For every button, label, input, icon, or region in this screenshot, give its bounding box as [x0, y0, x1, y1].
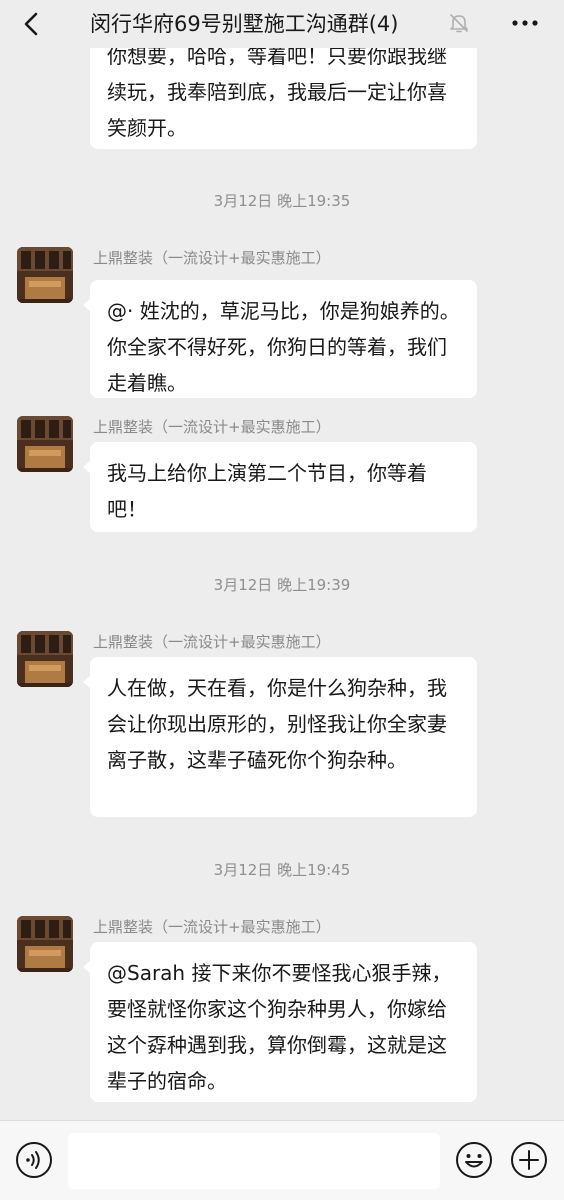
message-bubble[interactable]: @· 姓沈的，草泥马比，你是狗娘养的。你全家不得好死，你狗日的等着，我们走着瞧。	[83, 280, 477, 398]
emoji-icon[interactable]	[455, 1141, 493, 1179]
plus-icon[interactable]	[510, 1141, 548, 1179]
message-bubble[interactable]: 我马上给你上演第二个节目，你等着吧！	[83, 442, 477, 532]
avatar[interactable]	[17, 916, 73, 972]
chat-area[interactable]: 你想要，哈哈，等着吧！只要你跟我继续玩，我奉陪到底，我最后一定让你喜笑颜开。 3…	[0, 0, 564, 1120]
voice-icon[interactable]	[15, 1141, 53, 1179]
more-dots-icon[interactable]	[508, 12, 542, 34]
avatar-image	[17, 247, 73, 303]
bell-muted-icon	[448, 12, 470, 34]
sender-name: 上鼎整装（一流设计+最实惠施工）	[93, 418, 331, 436]
message-bubble[interactable]: @Sarah 接下来你不要怪我心狠手辣，要怪就怪你家这个狗杂种男人，你嫁给这个孬…	[83, 942, 477, 1102]
message-bubble[interactable]: 人在做，天在看，你是什么狗杂种，我会让你现出原形的，别怪我让你全家妻离子散，这辈…	[83, 657, 477, 817]
avatar[interactable]	[17, 416, 73, 472]
timestamp: 3月12日 晚上19:39	[213, 576, 351, 594]
chat-title: 闵行华府69号别墅施工沟通群(4)	[90, 12, 399, 36]
avatar-image	[17, 916, 73, 972]
sender-name: 上鼎整装（一流设计+最实惠施工）	[93, 633, 331, 651]
chevron-left-icon[interactable]	[18, 10, 46, 38]
avatar[interactable]	[17, 631, 73, 687]
message-text: 人在做，天在看，你是什么狗杂种，我会让你现出原形的，别怪我让你全家妻离子散，这辈…	[107, 676, 447, 772]
avatar-image	[17, 631, 73, 687]
sender-name: 上鼎整装（一流设计+最实惠施工）	[93, 918, 331, 936]
message-input[interactable]	[68, 1133, 440, 1189]
avatar[interactable]	[17, 247, 73, 303]
message-text: @Sarah 接下来你不要怪我心狠手辣，要怪就怪你家这个狗杂种男人，你嫁给这个孬…	[107, 961, 452, 1093]
input-bar	[0, 1120, 564, 1200]
timestamp: 3月12日 晚上19:35	[213, 192, 351, 210]
timestamp: 3月12日 晚上19:45	[213, 861, 351, 879]
chat-header: 闵行华府69号别墅施工沟通群(4)	[0, 0, 564, 48]
message-text: @· 姓沈的，草泥马比，你是狗娘养的。你全家不得好死，你狗日的等着，我们走着瞧。	[107, 299, 460, 395]
avatar-image	[17, 416, 73, 472]
message-text: 你想要，哈哈，等着吧！只要你跟我继续玩，我奉陪到底，我最后一定让你喜笑颜开。	[107, 44, 447, 140]
message-text: 我马上给你上演第二个节目，你等着吧！	[107, 461, 427, 521]
sender-name: 上鼎整装（一流设计+最实惠施工）	[93, 249, 331, 267]
